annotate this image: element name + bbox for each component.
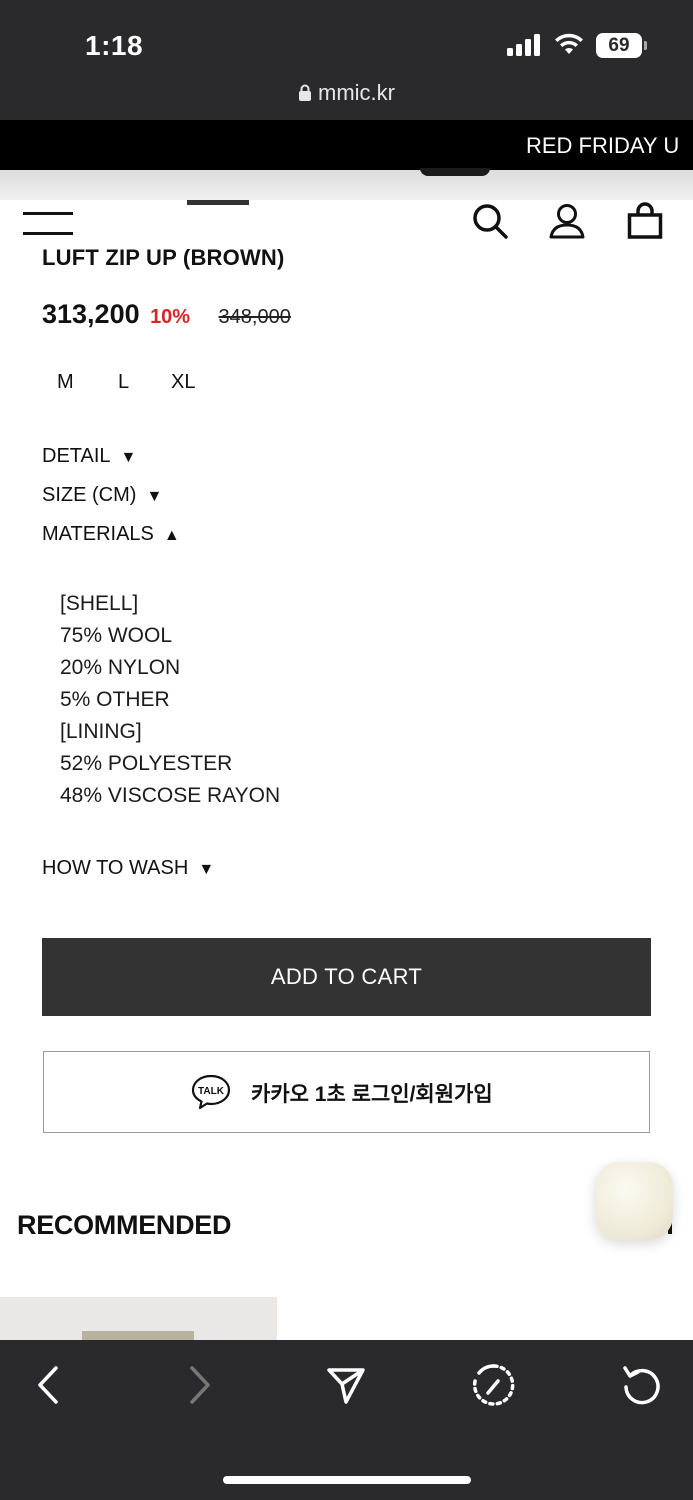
browser-top-bar: 1:18 69 mmic.kr [0,0,693,120]
detail-toggle[interactable]: DETAIL ▼ [42,445,136,468]
materials-line: 20% NYLON [60,656,181,679]
how-to-wash-label: HOW TO WASH [42,857,189,879]
materials-line: [LINING] [60,720,142,743]
materials-line: 52% POLYESTER [60,752,233,775]
floating-chat-button[interactable] [595,1162,673,1240]
caret-down-icon: ▼ [198,861,215,878]
add-to-cart-button[interactable]: ADD TO CART [42,938,651,1016]
url-text: mmic.kr [318,80,395,105]
back-icon[interactable] [26,1362,72,1408]
product-image-edge [0,170,693,200]
caret-up-icon: ▲ [163,527,180,544]
menu-icon[interactable] [23,212,73,236]
search-icon[interactable] [471,202,509,240]
speed-dial-icon[interactable] [471,1362,517,1408]
caret-down-icon: ▼ [146,488,163,505]
kakao-login-button[interactable]: TALK 카카오 1초 로그인/회원가입 [43,1051,650,1133]
product-title: LUFT ZIP UP (BROWN) [42,245,285,270]
size-option-m[interactable]: M [57,371,74,394]
materials-label: MATERIALS [42,523,154,545]
reload-icon[interactable] [619,1362,665,1408]
home-indicator[interactable] [223,1476,471,1484]
materials-toggle[interactable]: MATERIALS ▲ [42,523,180,546]
original-price: 348,000 [218,306,291,328]
product-image-fragment [420,168,490,176]
size-option-l[interactable]: L [118,371,129,394]
detail-label: DETAIL [42,445,111,467]
materials-line: [SHELL] [60,592,139,615]
wifi-icon [555,33,583,54]
kakao-talk-icon: TALK [191,1074,231,1110]
size-chart-toggle[interactable]: SIZE (CM) ▼ [42,484,162,507]
materials-content: [SHELL] 75% WOOL 20% NYLON 5% OTHER [LIN… [60,588,280,812]
forward-icon[interactable] [176,1362,222,1408]
size-chart-label: SIZE (CM) [42,484,137,506]
discount-badge: 10% [150,306,191,328]
promo-banner[interactable]: RED FRIDAY U [0,120,693,170]
image-slide-indicator [187,200,249,205]
caret-down-icon: ▼ [120,449,137,466]
kakao-login-label: 카카오 1초 로그인/회원가입 [251,1083,493,1106]
kakao-badge-text: TALK [198,1086,225,1097]
how-to-wash-toggle[interactable]: HOW TO WASH ▼ [42,857,214,880]
materials-line: 5% OTHER [60,688,170,711]
materials-line: 75% WOOL [60,624,173,647]
status-time: 1:18 [85,30,144,61]
battery-icon: 69 [596,33,647,58]
account-icon[interactable] [548,202,586,240]
promo-banner-text: RED FRIDAY U [526,133,680,158]
lock-icon [299,84,311,101]
materials-line: 48% VISCOSE RAYON [60,784,281,807]
size-option-xl[interactable]: XL [171,371,195,394]
signal-icon [507,34,543,56]
recommended-heading: RECOMMENDED [17,1210,232,1240]
share-icon[interactable] [323,1362,369,1408]
cart-icon[interactable] [626,202,664,240]
sale-price: 313,200 [42,299,140,329]
price-row: 313,200 10% 348,000 [42,299,291,330]
address-bar[interactable]: mmic.kr [0,80,693,106]
